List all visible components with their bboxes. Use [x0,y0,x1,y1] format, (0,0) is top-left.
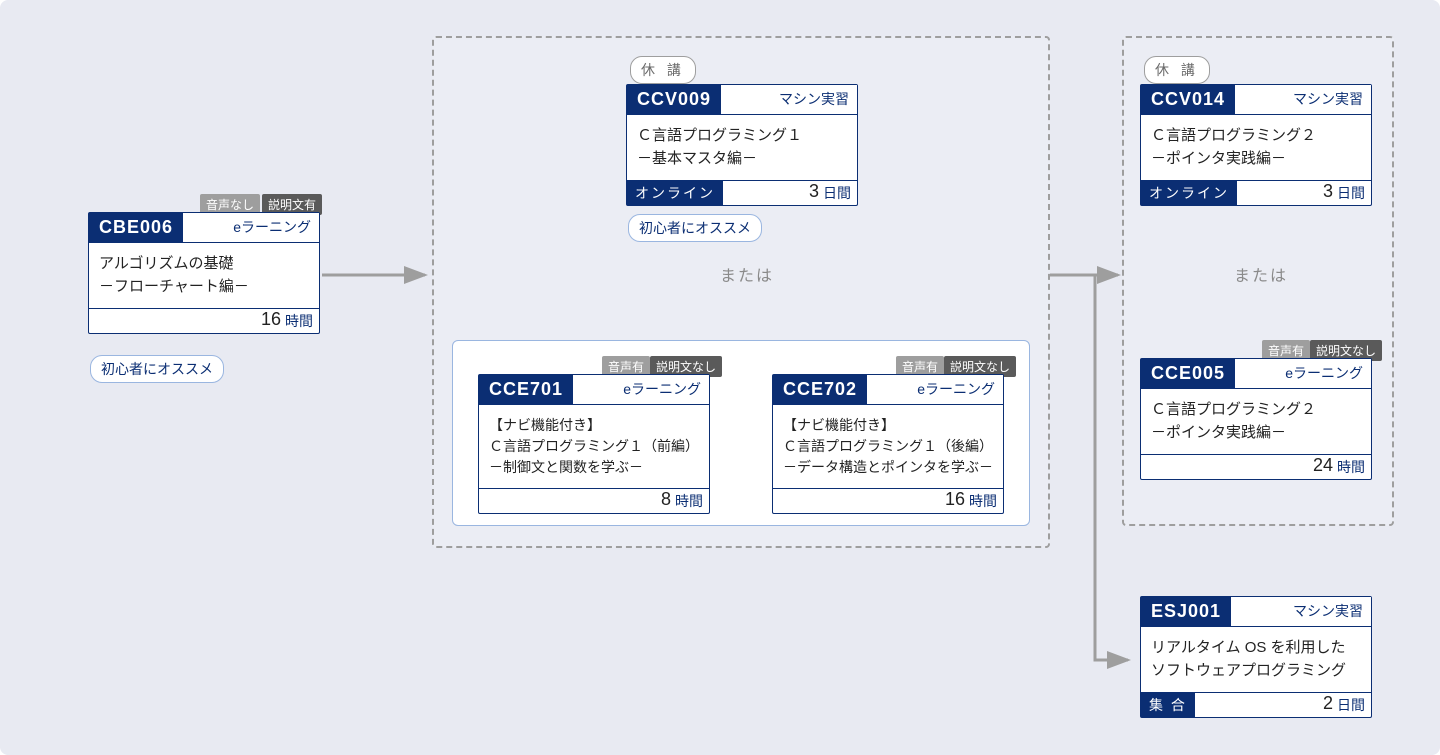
course-card-cce702[interactable]: CCE702 eラーニング 【ナビ機能付き】 Ｃ言語プログラミング１（後編） －… [772,374,1004,514]
course-code: CCE702 [773,375,867,404]
course-duration-num: 8 [661,489,675,513]
course-duration-unit: 時間 [675,489,709,513]
course-duration-unit: 時間 [1337,455,1371,479]
course-type: eラーニング [183,213,319,242]
course-type: マシン実習 [1235,85,1371,114]
course-type: eラーニング [867,375,1003,404]
course-code: CCE005 [1141,359,1235,388]
course-code: CCV014 [1141,85,1235,114]
course-card-cce005[interactable]: CCE005 eラーニング Ｃ言語プログラミング２ －ポインタ実践編－ 24 時… [1140,358,1372,480]
course-duration-unit: 日間 [823,181,857,205]
course-title: Ｃ言語プログラミング１ －基本マスタ編－ [627,115,857,180]
course-duration-num: 3 [809,181,823,205]
course-duration-num: 2 [1323,693,1337,717]
course-duration-num: 24 [1313,455,1337,479]
course-type: eラーニング [573,375,709,404]
course-duration-unit: 日間 [1337,181,1371,205]
recommended-tag: 初心者にオススメ [90,355,224,383]
course-code: CCE701 [479,375,573,404]
course-title: リアルタイム OS を利用した ソフトウェアプログラミング [1141,627,1371,692]
course-title: 【ナビ機能付き】 Ｃ言語プログラミング１（後編） －データ構造とポインタを学ぶ－ [773,405,1003,488]
or-label: または [1234,262,1288,286]
course-card-ccv014[interactable]: CCV014 マシン実習 Ｃ言語プログラミング２ －ポインタ実践編－ オンライン… [1140,84,1372,206]
course-duration-num: 3 [1323,181,1337,205]
course-duration-num: 16 [945,489,969,513]
course-duration-unit: 日間 [1337,693,1371,717]
course-code: CBE006 [89,213,183,242]
course-type: マシン実習 [721,85,857,114]
or-label: または [720,262,774,286]
course-code: ESJ001 [1141,597,1231,626]
course-mode: オンライン [1141,181,1237,205]
course-code: CCV009 [627,85,721,114]
course-card-ccv009[interactable]: CCV009 マシン実習 Ｃ言語プログラミング１ －基本マスタ編－ オンライン … [626,84,858,206]
recommended-tag: 初心者にオススメ [628,214,762,242]
course-duration-num: 16 [261,309,285,333]
course-title: Ｃ言語プログラミング２ －ポインタ実践編－ [1141,389,1371,454]
course-mode: 集 合 [1141,693,1195,717]
course-duration-unit: 時間 [969,489,1003,513]
course-flow-diagram: 音声なし 説明文有 CBE006 eラーニング アルゴリズムの基礎 －フローチャ… [0,0,1440,755]
course-type: eラーニング [1235,359,1371,388]
cancelled-tag: 休 講 [630,56,696,84]
course-card-esj001[interactable]: ESJ001 マシン実習 リアルタイム OS を利用した ソフトウェアプログラミ… [1140,596,1372,718]
course-type: マシン実習 [1231,597,1371,626]
course-title: 【ナビ機能付き】 Ｃ言語プログラミング１（前編） －制御文と関数を学ぶ－ [479,405,709,488]
course-card-cbe006[interactable]: CBE006 eラーニング アルゴリズムの基礎 －フローチャート編－ 16 時間 [88,212,320,334]
course-mode: オンライン [627,181,723,205]
course-duration-unit: 時間 [285,309,319,333]
cancelled-tag: 休 講 [1144,56,1210,84]
course-title: Ｃ言語プログラミング２ －ポインタ実践編－ [1141,115,1371,180]
course-title: アルゴリズムの基礎 －フローチャート編－ [89,243,319,308]
course-card-cce701[interactable]: CCE701 eラーニング 【ナビ機能付き】 Ｃ言語プログラミング１（前編） －… [478,374,710,514]
